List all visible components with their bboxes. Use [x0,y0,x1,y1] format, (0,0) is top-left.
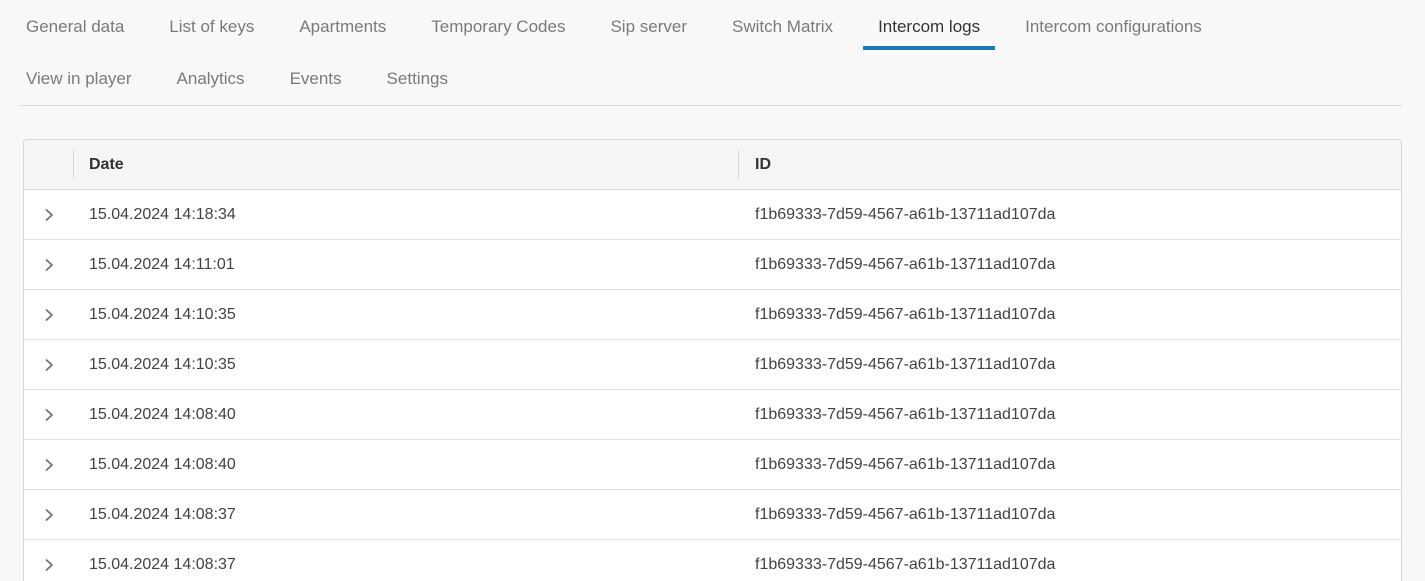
tab-general-data[interactable]: General data [11,8,139,50]
tab-switch-matrix[interactable]: Switch Matrix [717,8,848,50]
secondary-tab-bar: View in player Analytics Events Settings [0,60,1425,102]
log-id-text: f1b69333-7d59-4567-a61b-13711ad107da [755,556,1055,574]
expand-cell [24,340,73,389]
expand-cell [24,540,73,581]
tab-label: General data [26,17,124,36]
tab-label: Settings [387,69,448,88]
log-date-text: 15.04.2024 14:11:01 [89,256,235,274]
expand-row-button[interactable] [39,555,59,575]
expand-cell [24,240,73,289]
log-id-text: f1b69333-7d59-4567-a61b-13711ad107da [755,456,1055,474]
chevron-right-icon [41,407,57,423]
id-column-header[interactable]: ID [738,140,1401,189]
expand-cell [24,490,73,539]
log-id-text: f1b69333-7d59-4567-a61b-13711ad107da [755,256,1055,274]
table-row: 15.04.2024 14:10:35 f1b69333-7d59-4567-a… [24,290,1401,340]
tab-analytics[interactable]: Analytics [162,60,260,102]
log-id-text: f1b69333-7d59-4567-a61b-13711ad107da [755,206,1055,224]
tab-label: Intercom logs [878,17,980,36]
table-row: 15.04.2024 14:08:40 f1b69333-7d59-4567-a… [24,440,1401,490]
tab-label: List of keys [169,17,254,36]
log-date-text: 15.04.2024 14:08:37 [89,506,236,524]
table-header-row: Date ID [24,140,1401,190]
date-column-header[interactable]: Date [73,140,738,189]
expand-row-button[interactable] [39,355,59,375]
log-date: 15.04.2024 14:10:35 [73,340,738,389]
expand-row-button[interactable] [39,205,59,225]
log-date: 15.04.2024 14:08:37 [73,490,738,539]
date-column-label: Date [89,156,124,174]
log-date: 15.04.2024 14:08:40 [73,390,738,439]
tab-temporary-codes[interactable]: Temporary Codes [416,8,580,50]
chevron-right-icon [41,257,57,273]
expand-cell [24,190,73,239]
chevron-right-icon [41,357,57,373]
expand-row-button[interactable] [39,505,59,525]
tab-view-in-player[interactable]: View in player [11,60,147,102]
primary-tab-bar: General data List of keys Apartments Tem… [0,8,1425,50]
expand-cell [24,290,73,339]
log-date-text: 15.04.2024 14:10:35 [89,356,236,374]
tab-label: Analytics [177,69,245,88]
tab-intercom-configurations[interactable]: Intercom configurations [1010,8,1217,50]
expand-row-button[interactable] [39,455,59,475]
tabs-divider [20,105,1402,106]
expand-row-button[interactable] [39,255,59,275]
tab-label: Sip server [610,17,687,36]
log-id: f1b69333-7d59-4567-a61b-13711ad107da [738,340,1401,389]
log-date: 15.04.2024 14:10:35 [73,290,738,339]
table-row: 15.04.2024 14:08:40 f1b69333-7d59-4567-a… [24,390,1401,440]
tab-intercom-logs[interactable]: Intercom logs [863,8,995,50]
tab-sip-server[interactable]: Sip server [595,8,702,50]
log-id-text: f1b69333-7d59-4567-a61b-13711ad107da [755,406,1055,424]
tab-label: Intercom configurations [1025,17,1202,36]
expand-cell [24,390,73,439]
expand-cell [24,440,73,489]
table-row: 15.04.2024 14:08:37 f1b69333-7d59-4567-a… [24,540,1401,581]
log-id: f1b69333-7d59-4567-a61b-13711ad107da [738,440,1401,489]
log-id: f1b69333-7d59-4567-a61b-13711ad107da [738,240,1401,289]
table-body: 15.04.2024 14:18:34 f1b69333-7d59-4567-a… [24,190,1401,581]
log-id-text: f1b69333-7d59-4567-a61b-13711ad107da [755,306,1055,324]
expand-column-header [24,140,73,189]
log-id: f1b69333-7d59-4567-a61b-13711ad107da [738,290,1401,339]
tab-events[interactable]: Events [275,60,357,102]
log-id-text: f1b69333-7d59-4567-a61b-13711ad107da [755,356,1055,374]
chevron-right-icon [41,207,57,223]
log-id: f1b69333-7d59-4567-a61b-13711ad107da [738,390,1401,439]
log-date-text: 15.04.2024 14:18:34 [89,206,236,224]
id-column-label: ID [755,156,771,174]
log-id: f1b69333-7d59-4567-a61b-13711ad107da [738,540,1401,581]
log-date-text: 15.04.2024 14:10:35 [89,306,236,324]
log-id: f1b69333-7d59-4567-a61b-13711ad107da [738,190,1401,239]
table-row: 15.04.2024 14:18:34 f1b69333-7d59-4567-a… [24,190,1401,240]
tab-settings[interactable]: Settings [372,60,463,102]
intercom-logs-table: Date ID 15.04.2024 14:18:34 f1b69333-7d5… [23,139,1402,581]
log-date: 15.04.2024 14:08:37 [73,540,738,581]
log-date: 15.04.2024 14:11:01 [73,240,738,289]
expand-row-button[interactable] [39,405,59,425]
chevron-right-icon [41,457,57,473]
tab-label: Events [290,69,342,88]
table-row: 15.04.2024 14:11:01 f1b69333-7d59-4567-a… [24,240,1401,290]
tab-label: Temporary Codes [431,17,565,36]
log-date: 15.04.2024 14:08:40 [73,440,738,489]
log-id: f1b69333-7d59-4567-a61b-13711ad107da [738,490,1401,539]
log-date-text: 15.04.2024 14:08:40 [89,406,236,424]
chevron-right-icon [41,507,57,523]
tab-apartments[interactable]: Apartments [284,8,401,50]
expand-row-button[interactable] [39,305,59,325]
tab-label: Apartments [299,17,386,36]
log-id-text: f1b69333-7d59-4567-a61b-13711ad107da [755,506,1055,524]
log-date-text: 15.04.2024 14:08:40 [89,456,236,474]
tab-list-of-keys[interactable]: List of keys [154,8,269,50]
chevron-right-icon [41,307,57,323]
table-row: 15.04.2024 14:08:37 f1b69333-7d59-4567-a… [24,490,1401,540]
tab-label: View in player [26,69,132,88]
chevron-right-icon [41,557,57,573]
table-row: 15.04.2024 14:10:35 f1b69333-7d59-4567-a… [24,340,1401,390]
log-date-text: 15.04.2024 14:08:37 [89,556,236,574]
tab-label: Switch Matrix [732,17,833,36]
log-date: 15.04.2024 14:18:34 [73,190,738,239]
